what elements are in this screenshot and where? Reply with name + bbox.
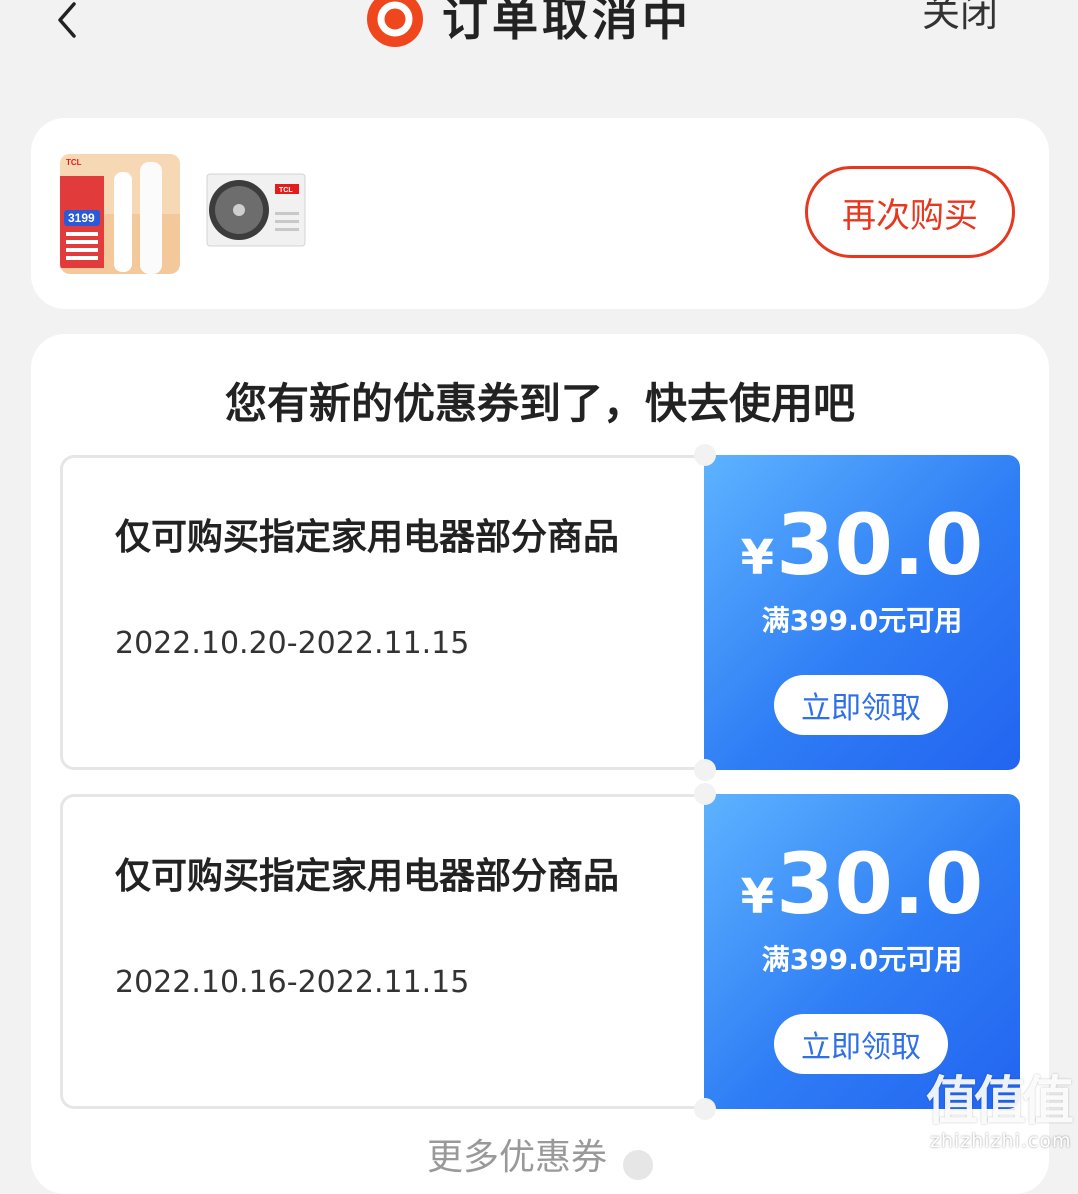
coupon-amount: ¥30.0 [704, 497, 1020, 593]
coupon-value-panel: ¥30.0 满399.0元可用 立即领取 [704, 794, 1020, 1109]
title-group: 订单取消中 [366, 0, 692, 52]
coupon-notch [694, 759, 716, 781]
header-bar: 订单取消中 关闭 [0, 0, 1078, 70]
coupon-notch [694, 1098, 716, 1120]
brand-logo-icon [367, 0, 423, 47]
coupon-description: 仅可购买指定家用电器部分商品 [115, 856, 620, 897]
watermark-glyphs: 值值值 [926, 1072, 1074, 1132]
amount-value: 30.0 [776, 496, 984, 594]
claim-button[interactable]: 立即领取 [774, 675, 948, 735]
rebuy-button[interactable]: 再次购买 [805, 166, 1015, 258]
coupon-section: 您有新的优惠券到了，快去使用吧 仅可购买指定家用电器部分商品 2022.10.2… [31, 334, 1049, 1194]
coupon-threshold: 满399.0元可用 [761, 604, 963, 637]
coupon-info: 仅可购买指定家用电器部分商品 2022.10.16-2022.11.15 [60, 794, 706, 1109]
thumb1-price: 3199 [68, 211, 95, 225]
coupon-value-panel: ¥30.0 满399.0元可用 立即领取 [704, 455, 1020, 770]
product-thumbnail[interactable]: TCL [201, 154, 321, 274]
back-arrow-icon[interactable] [52, 0, 82, 40]
coupon-info: 仅可购买指定家用电器部分商品 2022.10.20-2022.11.15 [60, 455, 706, 770]
coupon-card: 仅可购买指定家用电器部分商品 2022.10.20-2022.11.15 ¥30… [60, 444, 1020, 781]
coupon-description: 仅可购买指定家用电器部分商品 [115, 517, 620, 558]
site-watermark: 值值值 zhizhizhi.com [926, 1072, 1076, 1156]
outdoor-unit-image: TCL [201, 154, 321, 274]
product-thumbnail[interactable]: TCL 3199 [60, 154, 180, 274]
close-button[interactable]: 关闭 [922, 0, 998, 38]
currency-symbol: ¥ [740, 869, 775, 925]
coupon-notch [694, 444, 716, 466]
more-coupons-link[interactable]: 更多优惠券 [427, 1138, 607, 1178]
page-title: 订单取消中 [442, 0, 692, 46]
section-title: 您有新的优惠券到了，快去使用吧 [224, 379, 855, 428]
watermark-site: zhizhizhi.com [930, 1130, 1072, 1152]
order-card: TCL 3199 TCL 再次购买 [31, 118, 1049, 309]
claim-button[interactable]: 立即领取 [774, 1014, 948, 1074]
thumb1-brand: TCL [66, 158, 82, 167]
coupon-validity: 2022.10.20-2022.11.15 [115, 626, 470, 661]
coupon-amount: ¥30.0 [704, 836, 1020, 932]
coupon-validity: 2022.10.16-2022.11.15 [115, 965, 470, 1000]
amount-value: 30.0 [776, 835, 984, 933]
currency-symbol: ¥ [740, 530, 775, 586]
tower-ac-image: TCL 3199 [60, 154, 180, 274]
coupon-card: 仅可购买指定家用电器部分商品 2022.10.16-2022.11.15 ¥30… [60, 783, 1020, 1120]
coupon-threshold: 满399.0元可用 [761, 943, 963, 976]
more-chevron-icon[interactable] [623, 1150, 653, 1180]
thumb2-brand: TCL [279, 187, 293, 194]
coupon-notch [694, 783, 716, 805]
